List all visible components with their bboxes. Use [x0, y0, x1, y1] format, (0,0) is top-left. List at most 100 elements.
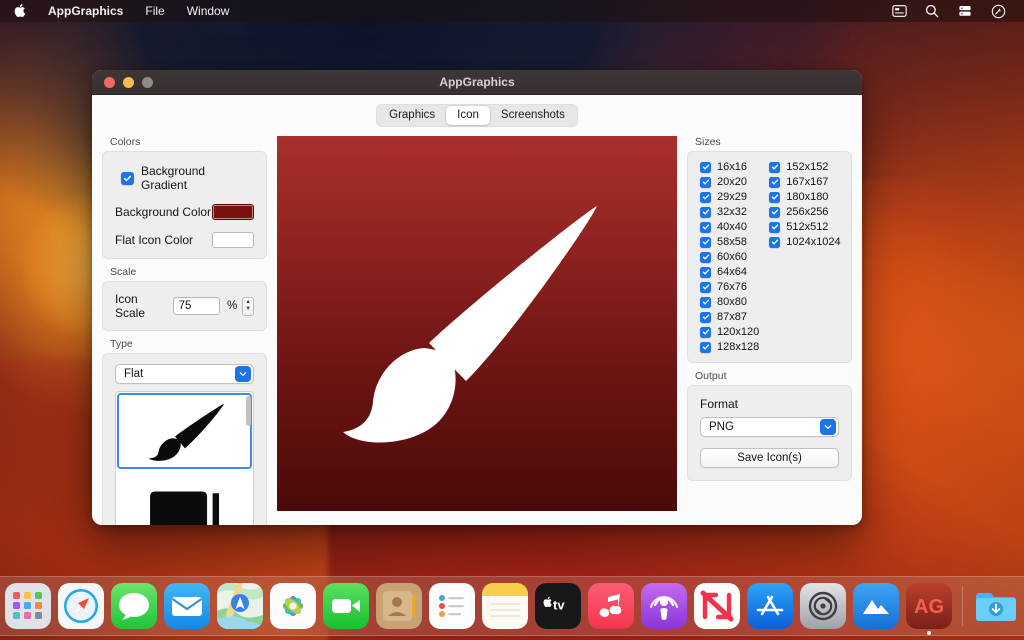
size-row[interactable]: 32x32	[700, 206, 759, 218]
siri-icon[interactable]	[990, 3, 1006, 19]
menu-app-name[interactable]: AppGraphics	[37, 1, 134, 21]
menu-window[interactable]: Window	[176, 1, 241, 21]
size-row[interactable]: 76x76	[700, 281, 759, 293]
icon-scale-stepper[interactable]: ▲ ▼	[242, 296, 254, 316]
size-row[interactable]: 20x20	[700, 176, 759, 188]
dock-item-music[interactable]	[587, 582, 635, 630]
size-row[interactable]: 29x29	[700, 191, 759, 203]
dock-item-app-store[interactable]	[746, 582, 794, 630]
dock-item-launchpad[interactable]	[4, 582, 52, 630]
dock-item-news[interactable]	[693, 582, 741, 630]
window-title-bar[interactable]: AppGraphics	[92, 70, 862, 95]
search-icon[interactable]	[924, 3, 940, 19]
size-row[interactable]: 152x152	[769, 161, 840, 173]
size-checkbox-29x29[interactable]	[700, 191, 711, 203]
dock-item-downloads-folder[interactable]	[972, 582, 1020, 630]
dock-item-contacts[interactable]	[375, 582, 423, 630]
dock-item-photos[interactable]	[269, 582, 317, 630]
size-label: 29x29	[717, 191, 747, 203]
size-checkbox-128x128[interactable]	[700, 341, 711, 353]
type-select[interactable]: Flat	[115, 364, 254, 384]
flat-icon-color-swatch[interactable]	[212, 232, 254, 248]
dock-item-appgraphics[interactable]: AG	[905, 582, 953, 635]
size-row[interactable]: 60x60	[700, 251, 759, 263]
stepper-up-icon[interactable]: ▲	[245, 299, 251, 305]
type-list[interactable]	[115, 391, 254, 525]
apple-logo-icon[interactable]	[0, 3, 37, 20]
size-row[interactable]: 58x58	[700, 236, 759, 248]
size-row[interactable]: 180x180	[769, 191, 840, 203]
close-button[interactable]	[104, 76, 115, 88]
size-label: 128x128	[717, 341, 760, 353]
type-list-scrollbar[interactable]	[246, 396, 251, 426]
minimize-button[interactable]	[123, 76, 134, 88]
window-content: Graphics Icon Screenshots Colors Backgro…	[92, 95, 862, 525]
dock-item-podcasts[interactable]	[640, 582, 688, 630]
size-checkbox-512x512[interactable]	[769, 221, 781, 233]
background-gradient-checkbox[interactable]	[121, 171, 134, 185]
size-checkbox-76x76[interactable]	[700, 281, 711, 293]
menu-file[interactable]: File	[134, 1, 175, 21]
size-checkbox-256x256[interactable]	[769, 206, 781, 218]
size-row[interactable]: 512x512	[769, 221, 840, 233]
size-checkbox-87x87[interactable]	[700, 311, 711, 323]
size-checkbox-152x152[interactable]	[769, 161, 781, 173]
background-gradient-row[interactable]: Background Gradient	[121, 164, 254, 192]
size-row[interactable]: 167x167	[769, 176, 840, 188]
tab-bar: Graphics Icon Screenshots	[102, 104, 852, 127]
size-checkbox-32x32[interactable]	[700, 206, 711, 218]
dock-item-mail[interactable]	[163, 582, 211, 630]
icon-scale-input[interactable]: 75	[172, 297, 221, 315]
stepper-down-icon[interactable]: ▼	[245, 306, 251, 312]
size-checkbox-1024x1024[interactable]	[769, 236, 781, 248]
maximize-button[interactable]	[142, 76, 153, 88]
size-checkbox-40x40[interactable]	[700, 221, 711, 233]
chevron-down-icon[interactable]	[235, 366, 251, 382]
type-list-item-paintbrush[interactable]	[117, 393, 252, 469]
tab-graphics[interactable]: Graphics	[378, 106, 446, 125]
size-row[interactable]: 87x87	[700, 311, 759, 323]
type-select-value: Flat	[124, 368, 144, 380]
format-select[interactable]: PNG	[700, 417, 839, 437]
size-checkbox-167x167[interactable]	[769, 176, 781, 188]
dock-item-safari[interactable]	[57, 582, 105, 630]
size-row[interactable]: 16x16	[700, 161, 759, 173]
background-color-label: Background Color	[115, 205, 212, 219]
size-label: 87x87	[717, 311, 747, 323]
control-center-icon[interactable]	[891, 3, 907, 19]
size-checkbox-58x58[interactable]	[700, 236, 711, 248]
dock-item-apple-tv[interactable]: tv	[534, 582, 582, 630]
size-row[interactable]: 128x128	[700, 341, 759, 353]
tab-screenshots[interactable]: Screenshots	[490, 106, 576, 125]
size-checkbox-120x120[interactable]	[700, 326, 711, 338]
size-checkbox-60x60[interactable]	[700, 251, 711, 263]
dock-item-notes[interactable]	[481, 582, 529, 630]
dock-item-facetime[interactable]	[322, 582, 370, 630]
size-checkbox-20x20[interactable]	[700, 176, 711, 188]
background-color-swatch[interactable]	[212, 204, 254, 220]
size-row[interactable]: 120x120	[700, 326, 759, 338]
type-list-item-eraser[interactable]	[117, 470, 252, 525]
safari-icon	[58, 583, 104, 629]
size-row[interactable]: 80x80	[700, 296, 759, 308]
size-row[interactable]: 64x64	[700, 266, 759, 278]
dock-item-messages[interactable]	[110, 582, 158, 630]
chevron-down-icon[interactable]	[820, 419, 836, 435]
tab-icon[interactable]: Icon	[446, 106, 490, 125]
size-checkbox-180x180[interactable]	[769, 191, 781, 203]
paintbrush-thumbnail-icon	[148, 403, 224, 461]
size-checkbox-16x16[interactable]	[700, 161, 711, 173]
right-panel: Sizes 16x16 20x20 29x29 32x32 40x40 58x5…	[687, 136, 852, 525]
dock-item-system-settings[interactable]	[799, 582, 847, 630]
size-row[interactable]: 40x40	[700, 221, 759, 233]
dock-item-maps[interactable]	[216, 582, 264, 630]
size-row[interactable]: 256x256	[769, 206, 840, 218]
size-checkbox-80x80[interactable]	[700, 296, 711, 308]
dock-item-mountain-app[interactable]	[852, 582, 900, 630]
battery-stack-icon[interactable]	[957, 3, 973, 19]
size-row[interactable]: 1024x1024	[769, 236, 841, 248]
save-icons-button[interactable]: Save Icon(s)	[700, 448, 839, 468]
size-label: 120x120	[717, 326, 760, 338]
dock-item-reminders[interactable]	[428, 582, 476, 630]
size-checkbox-64x64[interactable]	[700, 266, 711, 278]
